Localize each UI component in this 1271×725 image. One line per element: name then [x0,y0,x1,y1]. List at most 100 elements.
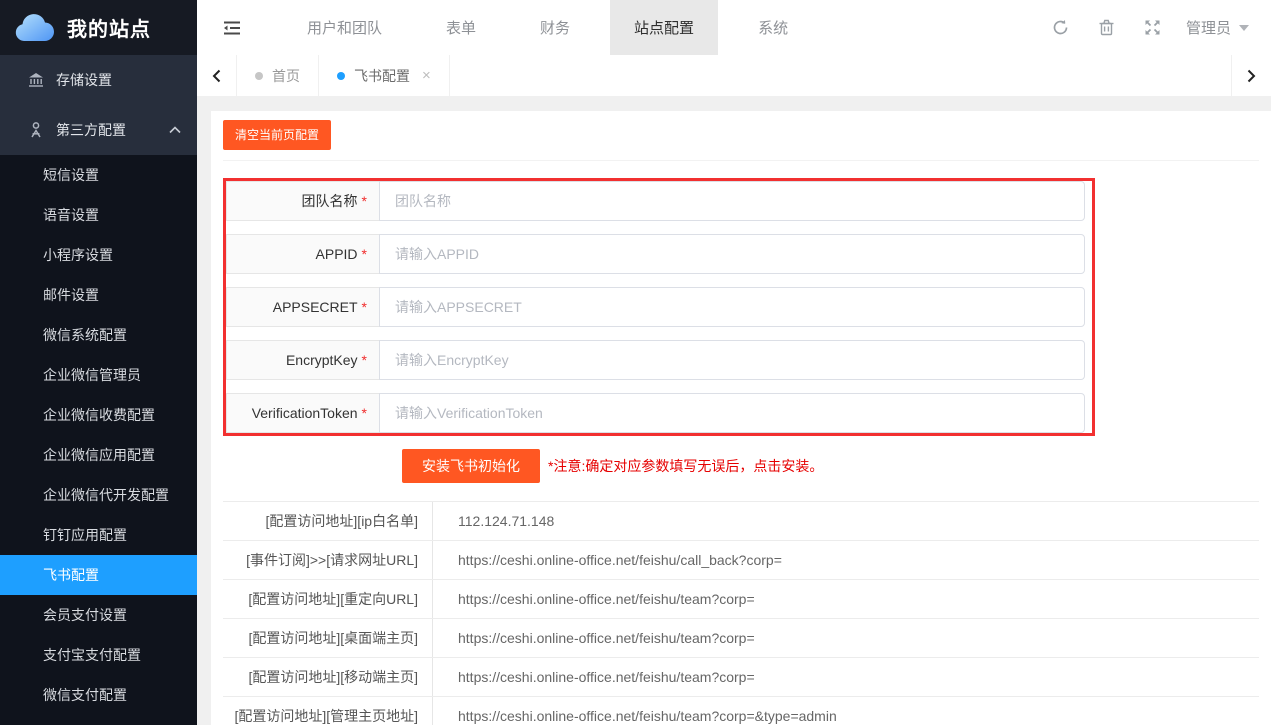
config-key: [配置访问地址][管理主页地址] [223,697,433,725]
sidebar-item-voice[interactable]: 语音设置 [0,195,197,235]
config-value: https://ceshi.online-office.net/feishu/t… [433,580,1259,618]
sidebar-item-feishu-config[interactable]: 飞书配置 [0,555,197,595]
sidebar-collapse-button[interactable] [197,0,267,55]
content-card: 清空当前页配置 团队名称* APPID* [211,111,1271,725]
required-asterisk: * [362,352,367,368]
person-icon [27,121,45,139]
collapse-menu-icon [222,20,242,36]
config-value: 112.124.71.148 [433,502,1259,540]
config-value: https://ceshi.online-office.net/feishu/c… [433,541,1259,579]
nav-item-site-config[interactable]: 站点配置 [610,0,718,55]
sidebar-item-wecom-admin[interactable]: 企业微信管理员 [0,355,197,395]
sidebar-item-wecom-billing[interactable]: 企业微信收费配置 [0,395,197,435]
sidebar-item-wechat-pay[interactable]: 微信支付配置 [0,675,197,715]
field-label: APPID* [226,234,379,274]
refresh-button[interactable] [1038,0,1084,55]
config-value: https://ceshi.online-office.net/feishu/t… [433,658,1259,696]
user-dropdown[interactable]: 管理员 [1176,0,1271,55]
caret-down-icon [1239,25,1249,31]
table-row: [配置访问地址][移动端主页] https://ceshi.online-off… [223,658,1259,697]
main-content: 清空当前页配置 团队名称* APPID* [197,97,1271,725]
tab-close-icon[interactable]: × [422,68,431,83]
user-name: 管理员 [1186,17,1231,38]
table-row: [事件订阅]>>[请求网址URL] https://ceshi.online-o… [223,541,1259,580]
encryptkey-input[interactable] [379,340,1085,380]
table-row: [配置访问地址][桌面端主页] https://ceshi.online-off… [223,619,1259,658]
chevron-right-icon [1247,69,1256,83]
tabs-scroll-right-button[interactable] [1231,55,1271,96]
fullscreen-icon [1144,19,1161,36]
tabs-scroll-left-button[interactable] [197,55,237,96]
refresh-icon [1052,19,1069,36]
config-key: [配置访问地址][桌面端主页] [223,619,433,657]
sidebar-parent-menu: 存储设置 第三方配置 [0,55,197,155]
install-row: 安装飞书初始化 *注意:确定对应参数填写无误后，点击安装。 [223,449,1259,483]
config-value: https://ceshi.online-office.net/feishu/t… [433,697,1259,725]
top-header: 用户和团队 表单 财务 站点配置 系统 [197,0,1271,55]
chevron-left-icon [212,69,221,83]
nav-item-users-teams[interactable]: 用户和团队 [283,0,406,55]
nav-item-system[interactable]: 系统 [734,0,812,55]
form-row-appsecret: APPSECRET* [226,287,1085,327]
nav-item-finance[interactable]: 财务 [516,0,594,55]
sidebar-item-member-pay[interactable]: 会员支付设置 [0,595,197,635]
install-feishu-button[interactable]: 安装飞书初始化 [402,449,540,483]
config-value: https://ceshi.online-office.net/feishu/t… [433,619,1259,657]
sidebar-submenu: 短信设置 语音设置 小程序设置 邮件设置 微信系统配置 企业微信管理员 企业微信… [0,155,197,725]
config-key: [配置访问地址][重定向URL] [223,580,433,618]
sidebar-item-miniprogram[interactable]: 小程序设置 [0,235,197,275]
tab-home[interactable]: 首页 [237,55,319,96]
sidebar-item-wecom-app[interactable]: 企业微信应用配置 [0,435,197,475]
tab-label: 飞书配置 [354,66,410,86]
config-key: [事件订阅]>>[请求网址URL] [223,541,433,579]
table-row: [配置访问地址][重定向URL] https://ceshi.online-of… [223,580,1259,619]
app-window: 我的站点 存储设置 第三方配置 [0,0,1271,725]
chevron-up-icon [169,126,181,134]
required-asterisk: * [362,405,367,421]
field-label: EncryptKey* [226,340,379,380]
sidebar-item-wecom-dev[interactable]: 企业微信代开发配置 [0,475,197,515]
tab-dot-icon [337,72,345,80]
feishu-config-form: 团队名称* APPID* APPSECRET* [223,178,1095,436]
field-label: 团队名称* [226,181,379,221]
cloud-logo-icon [13,13,55,43]
verificationtoken-input[interactable] [379,393,1085,433]
config-key: [配置访问地址][ip白名单] [223,502,433,540]
install-note: *注意:确定对应参数填写无误后，点击安装。 [548,456,823,476]
sidebar-item-third-party-config[interactable]: 第三方配置 [0,105,197,155]
page-tabbar: 首页 飞书配置 × [197,55,1271,97]
fullscreen-button[interactable] [1130,0,1176,55]
sidebar-item-label: 存储设置 [56,70,181,90]
tab-dot-icon [255,72,263,80]
field-label: APPSECRET* [226,287,379,327]
sidebar-item-label: 第三方配置 [56,120,169,140]
tab-feishu-config[interactable]: 飞书配置 × [319,55,450,96]
tab-label: 首页 [272,66,300,86]
bank-icon [27,71,45,89]
field-label: VerificationToken* [226,393,379,433]
team-name-input[interactable] [379,181,1085,221]
table-row: [配置访问地址][ip白名单] 112.124.71.148 [223,502,1259,541]
appsecret-input[interactable] [379,287,1085,327]
sidebar-item-wechat-system[interactable]: 微信系统配置 [0,315,197,355]
sidebar-item-storage-settings[interactable]: 存储设置 [0,55,197,105]
form-row-appid: APPID* [226,234,1085,274]
divider [223,160,1259,161]
clear-cache-button[interactable] [1084,0,1130,55]
table-row: [配置访问地址][管理主页地址] https://ceshi.online-of… [223,697,1259,725]
nav-item-forms[interactable]: 表单 [422,0,500,55]
config-key: [配置访问地址][移动端主页] [223,658,433,696]
site-title: 我的站点 [67,13,151,42]
site-logo[interactable]: 我的站点 [0,0,197,55]
sidebar-item-mail[interactable]: 邮件设置 [0,275,197,315]
sidebar-item-alipay[interactable]: 支付宝支付配置 [0,635,197,675]
clear-page-config-button[interactable]: 清空当前页配置 [223,120,331,150]
appid-input[interactable] [379,234,1085,274]
form-row-team-name: 团队名称* [226,181,1085,221]
required-asterisk: * [362,299,367,315]
required-asterisk: * [362,193,367,209]
sidebar-item-sms[interactable]: 短信设置 [0,155,197,195]
sidebar: 我的站点 存储设置 第三方配置 [0,0,197,725]
sidebar-item-dingtalk-app[interactable]: 钉钉应用配置 [0,515,197,555]
top-nav: 用户和团队 表单 财务 站点配置 系统 [267,0,812,55]
